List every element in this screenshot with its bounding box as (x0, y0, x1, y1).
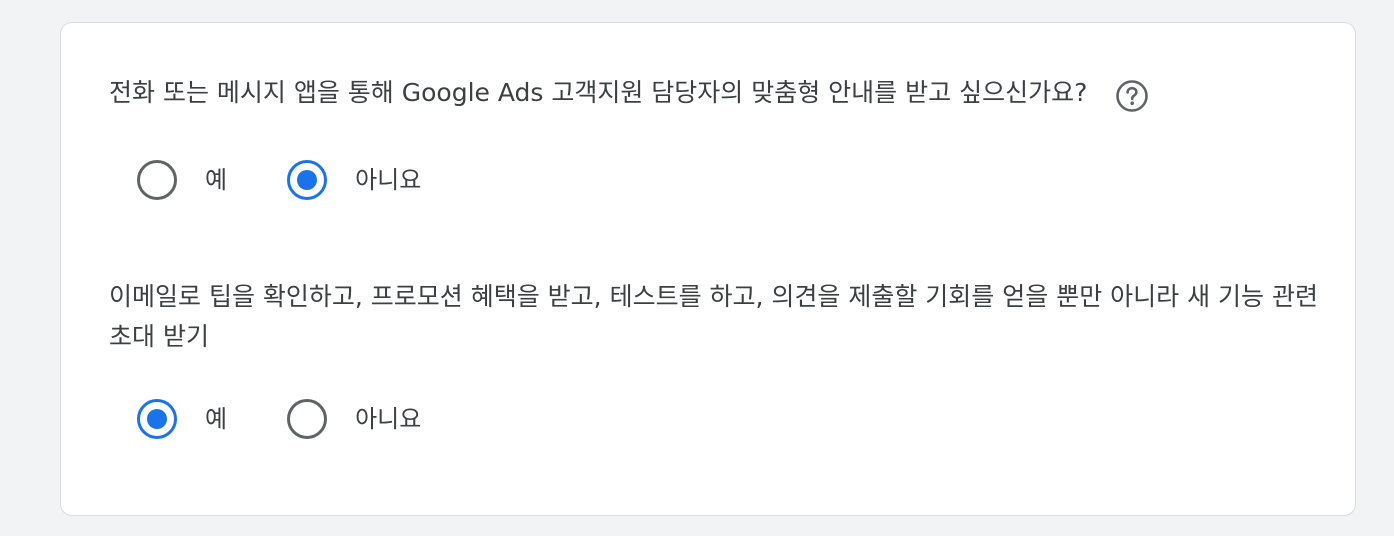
radio-selected-dot (147, 409, 167, 429)
radio-option-no[interactable]: 아니요 (287, 399, 421, 439)
radio-button-no[interactable] (287, 399, 328, 439)
settings-card: 전화 또는 메시지 앱을 통해 Google Ads 고객지원 담당자의 맞춤형… (60, 22, 1356, 516)
radio-button-yes[interactable] (137, 160, 177, 200)
radio-option-yes[interactable]: 예 (137, 160, 287, 200)
radio-button-yes[interactable] (137, 399, 177, 439)
radio-group-email: 예 아니요 (137, 399, 421, 439)
radio-option-no[interactable]: 아니요 (287, 160, 421, 200)
radio-option-yes[interactable]: 예 (137, 399, 287, 439)
radio-label-no: 아니요 (355, 166, 422, 194)
question-personalized-support: 전화 또는 메시지 앱을 통해 Google Ads 고객지원 담당자의 맞춤형… (109, 75, 1149, 112)
radio-label-yes: 예 (205, 166, 228, 194)
question-text: 전화 또는 메시지 앱을 통해 Google Ads 고객지원 담당자의 맞춤형… (109, 78, 1088, 107)
radio-selected-dot (297, 170, 318, 190)
radio-label-no: 아니요 (355, 405, 422, 433)
radio-label-yes: 예 (205, 405, 228, 433)
question-email-invites: 이메일로 팁을 확인하고, 프로모션 혜택을 받고, 테스트를 하고, 의견을 … (109, 282, 1318, 351)
radio-button-no[interactable] (287, 160, 328, 200)
help-circle-icon[interactable] (1115, 79, 1149, 112)
radio-group-support: 예 아니요 (137, 160, 421, 200)
